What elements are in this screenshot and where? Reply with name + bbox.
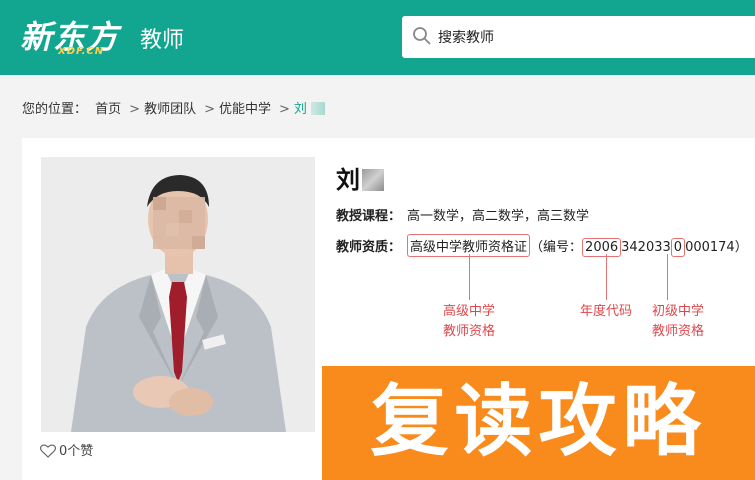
annotation-text: 教师资格 xyxy=(442,324,495,339)
annotation-line xyxy=(469,254,470,300)
courses-label: 教授课程： xyxy=(336,209,402,224)
teacher-name: 刘 xyxy=(336,160,384,195)
breadcrumb-prefix: 您的位置： xyxy=(22,102,88,117)
breadcrumb-separator: > xyxy=(204,102,215,117)
breadcrumb-separator: > xyxy=(129,102,141,117)
search-icon[interactable] xyxy=(412,26,432,46)
annotation-text: 教师资格 xyxy=(651,324,704,339)
annotation-senior-qualification: 高级中学 教师资格 xyxy=(431,302,507,342)
blurred-name-patch xyxy=(362,169,384,191)
courses-row: 教授课程： 高一数学，高二数学，高三数学 xyxy=(336,205,589,224)
like-button[interactable]: 0个赞 xyxy=(39,440,94,459)
annotation-text: 高级中学 xyxy=(442,304,495,319)
page-section-title: 教师 xyxy=(140,28,185,53)
annotation-line xyxy=(667,254,668,300)
banner-text: 复读攻略 xyxy=(370,377,707,467)
number-mid: 342033 xyxy=(621,240,671,255)
number-year-code: 2006 xyxy=(582,238,622,257)
xdf-logo[interactable]: 新东方 XDF.CN xyxy=(20,12,122,60)
breadcrumb-current-label: 刘 xyxy=(293,102,307,117)
like-count: 0个赞 xyxy=(59,444,94,459)
blurred-name-patch xyxy=(310,102,325,115)
annotation-junior-qualification: 初级中学 教师资格 xyxy=(638,302,718,342)
annotation-line xyxy=(606,254,607,300)
breadcrumb-home[interactable]: 首页 xyxy=(95,102,121,117)
number-prefix: （编号： xyxy=(530,240,583,255)
teacher-portrait-image xyxy=(41,157,315,432)
site-header: 新东方 XDF.CN 教师 xyxy=(0,0,755,75)
number-end: 000174） xyxy=(685,240,748,255)
annotation-text: 年度代码 xyxy=(579,304,632,319)
breadcrumb-current: 刘 xyxy=(294,102,329,117)
heart-icon xyxy=(39,444,57,458)
qualification-row: 教师资质： 高级中学教师资格证 （编号： 2006 342033 0 000174） xyxy=(336,234,748,257)
search-box[interactable] xyxy=(402,16,755,58)
breadcrumb-youneng[interactable]: 优能中学 xyxy=(219,102,271,117)
breadcrumb: 您的位置： 首页 > 教师团队 > 优能中学 > 刘 xyxy=(22,98,333,117)
promo-banner: 复读攻略 xyxy=(322,366,755,480)
annotation-year-code: 年度代码 xyxy=(568,302,644,322)
number-level-code: 0 xyxy=(670,238,686,257)
qualification-label: 教师资质： xyxy=(336,240,402,255)
teacher-name-label: 刘 xyxy=(336,166,360,194)
breadcrumb-separator: > xyxy=(279,102,290,117)
logo-sub-text: XDF.CN xyxy=(58,46,105,57)
courses-value: 高一数学，高二数学，高三数学 xyxy=(407,209,590,224)
teacher-photo xyxy=(41,157,315,432)
breadcrumb-teachers[interactable]: 教师团队 xyxy=(144,102,196,117)
search-input[interactable] xyxy=(438,16,738,58)
annotation-text: 初级中学 xyxy=(651,304,704,319)
